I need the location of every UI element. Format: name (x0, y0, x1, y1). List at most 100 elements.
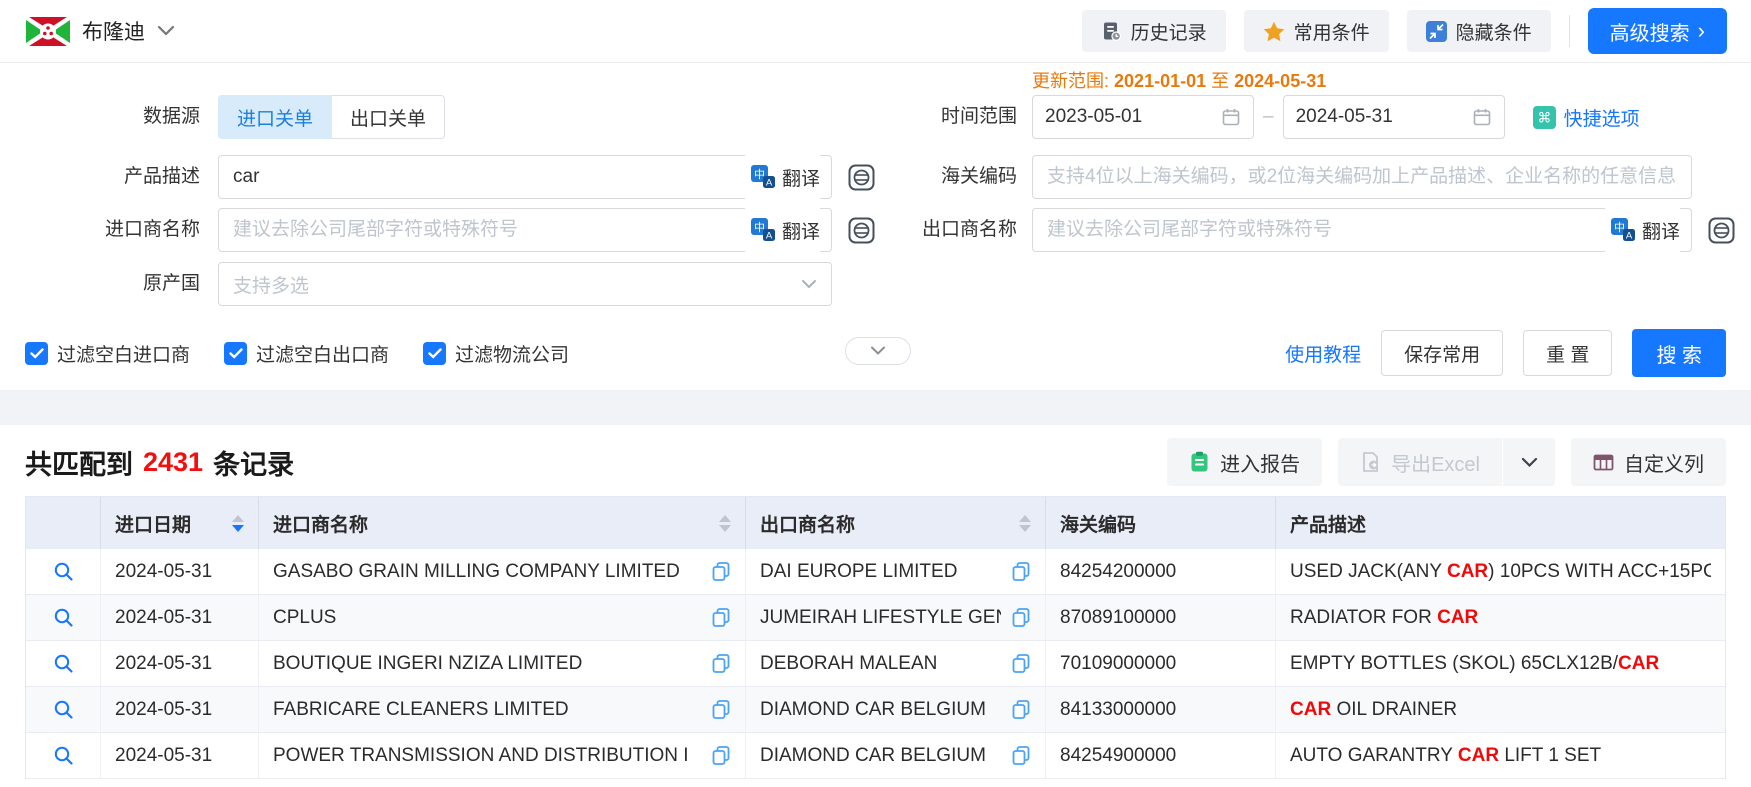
row-product-desc: AUTO GARANTRY CAR LIFT 1 SET (1276, 733, 1725, 778)
hide-conditions-button[interactable]: 隐藏条件 (1407, 10, 1551, 52)
magnifier-icon[interactable] (53, 653, 74, 674)
collapse-icon (1426, 21, 1447, 42)
copy-icon[interactable] (701, 745, 731, 766)
row-detail-cell (26, 733, 101, 778)
report-icon (1189, 451, 1210, 473)
importer-input[interactable] (218, 208, 832, 252)
chevron-down-icon (870, 346, 886, 356)
form-actions: 使用教程 保存常用 重 置 搜 索 (1285, 330, 1726, 376)
results-toolbar: 进入报告 导出Excel (1167, 438, 1726, 486)
importer-label: 进口商名称 (0, 208, 200, 252)
row-importer-name: FABRICARE CLEANERS LIMITED (259, 687, 746, 732)
row-importer-name: CPLUS (259, 595, 746, 640)
filter-logistics-checkbox[interactable]: 过滤物流公司 (423, 340, 569, 367)
results-count-number: 2431 (143, 447, 203, 478)
exporter-label: 出口商名称 (850, 208, 1017, 252)
row-importer-name: GASABO GRAIN MILLING COMPANY LIMITED (259, 549, 746, 594)
advanced-search-button[interactable]: 高级搜索 › (1588, 8, 1727, 54)
magnifier-icon[interactable] (53, 561, 74, 582)
copy-icon[interactable] (1001, 745, 1031, 766)
country-selector[interactable]: 布隆迪 (26, 16, 175, 46)
history-button[interactable]: 历史记录 (1082, 10, 1226, 52)
tab-import-declarations[interactable]: 进口关单 (218, 95, 332, 139)
translate-button[interactable]: 中 A 翻译 (745, 155, 820, 199)
copy-icon[interactable] (1001, 699, 1031, 720)
row-exporter-name: DAI EUROPE LIMITED (746, 549, 1046, 594)
checkbox-checked-icon (224, 342, 247, 365)
table-header: 进口日期 进口商名称 出口商名称 海关编码 产品描述 (26, 497, 1725, 549)
date-from-input[interactable]: 2023-05-01 (1032, 95, 1254, 139)
columns-icon (1593, 452, 1614, 473)
magnifier-icon[interactable] (53, 745, 74, 766)
top-actions: 历史记录 常用条件 隐藏条件 高级搜索 › (1082, 8, 1727, 54)
update-range: 更新范围: 2021-01-01 至 2024-05-31 (1032, 67, 1326, 93)
copy-icon[interactable] (1001, 561, 1031, 582)
header-hs-code: 海关编码 (1046, 497, 1276, 549)
collapse-form-button[interactable] (845, 337, 911, 365)
row-hs-code: 84254900000 (1046, 733, 1276, 778)
header-search-col (26, 497, 101, 549)
circle-lines-icon (1708, 217, 1735, 244)
filter-blank-importer-checkbox[interactable]: 过滤空白进口商 (25, 340, 190, 367)
favorites-button[interactable]: 常用条件 (1244, 10, 1389, 52)
copy-icon[interactable] (701, 561, 731, 582)
row-hs-code: 84254200000 (1046, 549, 1276, 594)
row-import-date: 2024-05-31 (101, 595, 259, 640)
save-favorite-button[interactable]: 保存常用 (1381, 330, 1503, 376)
product-desc-label: 产品描述 (0, 155, 200, 199)
sort-control-import-date[interactable] (232, 515, 244, 532)
enter-report-button[interactable]: 进入报告 (1167, 438, 1322, 486)
header-product-desc: 产品描述 (1276, 497, 1725, 549)
svg-text:A: A (766, 231, 773, 242)
filter-blank-exporter-checkbox[interactable]: 过滤空白出口商 (224, 340, 389, 367)
header-exporter-name: 出口商名称 (746, 497, 1046, 549)
translate-icon: 中 A (751, 165, 775, 189)
row-hs-code: 70109000000 (1046, 641, 1276, 686)
search-form: 更新范围: 2021-01-01 至 2024-05-31 数据源 进口关单 出… (0, 63, 1751, 390)
row-hs-code: 87089100000 (1046, 595, 1276, 640)
copy-icon[interactable] (701, 699, 731, 720)
sort-control-importer[interactable] (719, 515, 731, 532)
row-product-desc: EMPTY BOTTLES (SKOL) 65CLX12B/CAR (1276, 641, 1725, 686)
copy-icon[interactable] (701, 607, 731, 628)
magnifier-icon[interactable] (53, 607, 74, 628)
origin-country-select[interactable]: 支持多选 (218, 262, 832, 306)
row-exporter-name: DIAMOND CAR BELGIUM (746, 687, 1046, 732)
row-import-date: 2024-05-31 (101, 733, 259, 778)
row-exporter-name: DIAMOND CAR BELGIUM (746, 733, 1046, 778)
data-source-label: 数据源 (0, 95, 200, 139)
table-row: 2024-05-31 CPLUS JUMEIRAH LIFESTYLE GENE… (26, 595, 1725, 641)
export-options-caret[interactable] (1503, 438, 1555, 486)
tab-export-declarations[interactable]: 出口关单 (332, 95, 445, 139)
copy-icon[interactable] (1001, 653, 1031, 674)
custom-columns-button[interactable]: 自定义列 (1571, 438, 1726, 486)
history-icon (1101, 21, 1122, 42)
sort-control-exporter[interactable] (1019, 515, 1031, 532)
synonym-expand-button[interactable] (1706, 215, 1736, 245)
row-import-date: 2024-05-31 (101, 641, 259, 686)
chevron-down-icon (157, 25, 175, 37)
row-hs-code: 84133000000 (1046, 687, 1276, 732)
search-button[interactable]: 搜 索 (1632, 329, 1726, 377)
translate-button[interactable]: 中 A 翻译 (745, 208, 820, 252)
svg-text:A: A (1626, 231, 1633, 242)
magnifier-icon[interactable] (53, 699, 74, 720)
exporter-input[interactable] (1032, 208, 1692, 252)
translate-button[interactable]: 中 A 翻译 (1605, 208, 1680, 252)
translate-icon: 中 A (751, 218, 775, 242)
svg-text:⌘: ⌘ (1537, 110, 1551, 126)
results-count: 共匹配到 2431 条记录 (25, 443, 294, 482)
hs-code-input[interactable] (1032, 155, 1692, 199)
reset-button[interactable]: 重 置 (1523, 330, 1612, 376)
export-excel-button[interactable]: 导出Excel (1338, 438, 1502, 486)
copy-icon[interactable] (701, 653, 731, 674)
row-detail-cell (26, 641, 101, 686)
tutorial-link[interactable]: 使用教程 (1285, 340, 1361, 367)
row-detail-cell (26, 549, 101, 594)
results-section: 共匹配到 2431 条记录 进入报告 (0, 438, 1751, 779)
quick-options[interactable]: ⌘ 快捷选项 (1533, 104, 1640, 131)
date-to-input[interactable]: 2024-05-31 (1283, 95, 1505, 139)
copy-icon[interactable] (1001, 607, 1031, 628)
header-import-date: 进口日期 (101, 497, 259, 549)
product-desc-input[interactable] (218, 155, 832, 199)
